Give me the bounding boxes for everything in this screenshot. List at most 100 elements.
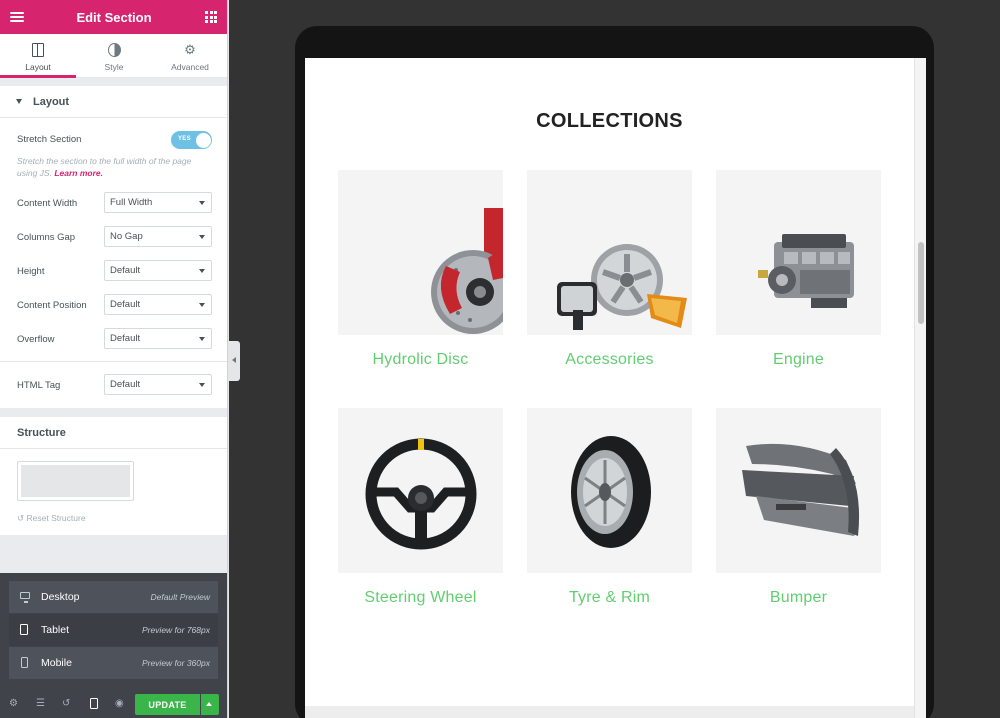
tab-style[interactable]: Style: [76, 34, 152, 77]
collection-image[interactable]: [338, 408, 503, 573]
device-hint: Default Preview: [150, 592, 210, 602]
device-tablet[interactable]: Tablet Preview for 768px: [9, 614, 218, 647]
collection-image[interactable]: [527, 408, 692, 573]
switch-knob: [195, 132, 211, 148]
chevron-down-icon: [199, 235, 205, 239]
widgets-grid-icon[interactable]: [205, 11, 217, 23]
overflow-select[interactable]: Default: [104, 328, 212, 349]
collection-caption[interactable]: Steering Wheel: [338, 589, 503, 607]
tyre-rim-image: [571, 436, 651, 548]
overflow-label: Overflow: [17, 334, 55, 345]
collection-card-tyre-rim[interactable]: Tyre & Rim: [527, 408, 692, 607]
engine-image: [758, 234, 854, 308]
content-position-value: Default: [110, 299, 141, 310]
collection-image[interactable]: [527, 170, 692, 335]
update-options-button[interactable]: [201, 694, 219, 715]
columns-gap-select[interactable]: No Gap: [104, 226, 212, 247]
device-hint: Preview for 768px: [141, 625, 210, 635]
navigator-layers-icon[interactable]: ☰: [36, 698, 45, 709]
reset-structure-label: Reset Structure: [26, 513, 86, 523]
structure-preset[interactable]: [17, 461, 134, 501]
stretch-section-switch[interactable]: YES: [171, 131, 212, 149]
tab-style-label: Style: [104, 62, 124, 72]
collapse-panel-button[interactable]: [229, 341, 240, 381]
collection-image[interactable]: [716, 408, 881, 573]
layout-section-toggle[interactable]: Layout: [0, 86, 227, 118]
columns-icon: [32, 43, 44, 57]
device-mobile[interactable]: Mobile Preview for 360px: [9, 647, 218, 680]
collection-image[interactable]: [716, 170, 881, 335]
reset-icon: ↺: [17, 513, 25, 523]
stretch-description-text: Stretch the section to the full width of…: [17, 156, 192, 178]
caret-down-icon: [16, 99, 22, 104]
height-value: Default: [110, 265, 141, 276]
chevron-down-icon: [199, 201, 205, 205]
content-position-label: Content Position: [17, 300, 87, 311]
divider: [0, 361, 227, 362]
collection-caption[interactable]: Engine: [716, 351, 881, 369]
chevron-down-icon: [199, 337, 205, 341]
html-tag-select[interactable]: Default: [104, 374, 212, 395]
collection-caption[interactable]: Bumper: [716, 589, 881, 607]
collection-caption[interactable]: Accessories: [527, 351, 692, 369]
content-position-select[interactable]: Default: [104, 294, 212, 315]
panel-empty-area: [0, 535, 227, 573]
preview-eye-icon[interactable]: ◉: [115, 698, 124, 709]
collection-caption[interactable]: Tyre & Rim: [527, 589, 692, 607]
panel-gap: [0, 78, 227, 86]
collection-card-bumper[interactable]: Bumper: [716, 408, 881, 607]
scrollbar-thumb[interactable]: [918, 242, 924, 324]
tablet-icon: [20, 624, 28, 635]
content-width-select[interactable]: Full Width: [104, 192, 212, 213]
collection-card-hydrolic-disc[interactable]: Hydrolic Disc: [338, 170, 503, 369]
tab-advanced-label: Advanced: [171, 62, 209, 72]
structure-section-toggle[interactable]: Structure: [0, 417, 227, 449]
chevron-down-icon: [199, 269, 205, 273]
learn-more-link[interactable]: Learn more.: [54, 168, 103, 178]
height-label: Height: [17, 266, 45, 277]
height-select[interactable]: Default: [104, 260, 212, 281]
content-width-value: Full Width: [110, 197, 153, 208]
update-button[interactable]: UPDATE: [135, 694, 200, 715]
panel-tabs: Layout Style ⚙ Advanced: [0, 34, 227, 78]
content-width-label: Content Width: [17, 198, 78, 209]
device-hint: Preview for 360px: [141, 658, 210, 668]
history-icon[interactable]: ↺: [62, 698, 70, 709]
mobile-icon: [21, 657, 28, 668]
device-name: Mobile: [41, 657, 72, 669]
html-tag-value: Default: [110, 379, 141, 390]
settings-icon[interactable]: ⚙: [9, 698, 18, 709]
structure-column: [21, 465, 130, 497]
html-tag-label: HTML Tag: [17, 380, 61, 391]
responsive-mode-menu: Desktop Default Preview Tablet Preview f…: [0, 573, 227, 689]
collection-caption[interactable]: Hydrolic Disc: [338, 351, 503, 369]
panel-header: Edit Section: [0, 0, 227, 34]
device-name: Tablet: [41, 624, 70, 636]
tab-layout-label: Layout: [25, 62, 51, 72]
collection-card-steering-wheel[interactable]: Steering Wheel: [338, 408, 503, 607]
stretch-section-label: Stretch Section: [17, 134, 82, 145]
collection-card-accessories[interactable]: Accessories: [527, 170, 692, 369]
responsive-tablet-icon[interactable]: [90, 698, 98, 709]
switch-yes-text: YES: [178, 136, 191, 142]
overflow-value: Default: [110, 333, 141, 344]
half-circle-icon: [107, 43, 121, 57]
structure-section: Structure ↺ Reset Structure: [0, 417, 227, 535]
desktop-icon: [20, 592, 30, 603]
gear-icon: ⚙: [184, 42, 196, 57]
preview-scrollbar[interactable]: [914, 58, 926, 718]
stretch-description: Stretch the section to the full width of…: [17, 155, 212, 179]
reset-structure-link[interactable]: ↺ Reset Structure: [17, 513, 86, 524]
bumper-image: [742, 443, 860, 536]
layout-section-heading: Layout: [33, 96, 70, 108]
collections-heading[interactable]: COLLECTIONS: [305, 110, 914, 133]
collection-card-engine[interactable]: Engine: [716, 170, 881, 369]
collection-image[interactable]: [338, 170, 503, 335]
device-name: Desktop: [41, 591, 80, 603]
tab-layout[interactable]: Layout: [0, 34, 76, 78]
chevron-down-icon: [199, 383, 205, 387]
tab-advanced[interactable]: ⚙ Advanced: [152, 34, 227, 77]
chevron-down-icon: [199, 303, 205, 307]
device-desktop[interactable]: Desktop Default Preview: [9, 581, 218, 614]
panel-title: Edit Section: [76, 10, 152, 25]
